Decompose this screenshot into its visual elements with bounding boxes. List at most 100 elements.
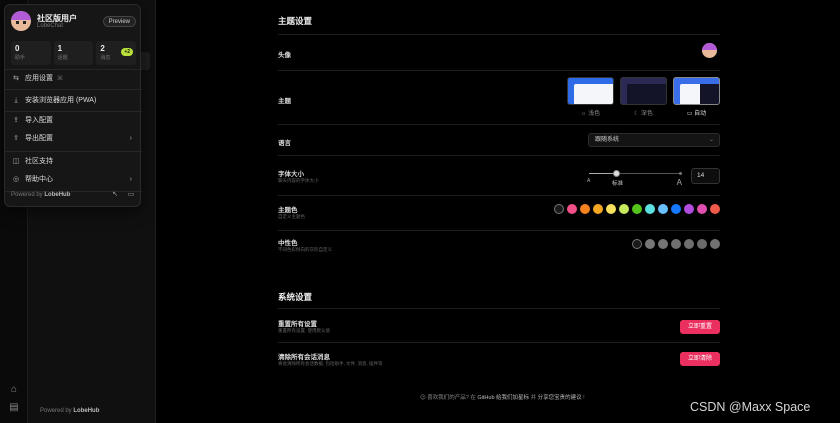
setting-row-reset: 重置所有设置 重置所有设置, 使用默认值 立即重置 bbox=[278, 308, 720, 342]
theme-preview-light bbox=[567, 77, 614, 105]
share-feedback-link[interactable]: 分享您宝贵的建议 bbox=[538, 395, 582, 401]
menu-footer: Powered by LobeHub ↖ ▭ bbox=[11, 190, 136, 200]
reset-label: 重置所有设置 bbox=[278, 321, 317, 328]
menu-item-help-center[interactable]: ◎ 帮助中心 › bbox=[11, 173, 136, 187]
primary-color-label: 主题色 bbox=[278, 207, 298, 214]
reset-desc: 重置所有设置, 使用默认值 bbox=[278, 328, 330, 333]
stat-topics: 1 话题 bbox=[53, 41, 94, 65]
neutral-color-swatch[interactable] bbox=[658, 239, 668, 249]
sliders-icon: ⇆ bbox=[13, 75, 19, 82]
setting-row-language: 语言 跟随系统 ⌄ bbox=[278, 124, 720, 155]
primary-color-swatch[interactable] bbox=[619, 204, 629, 214]
menu-item-app-settings[interactable]: ⇆ 应用设置 ⌘ bbox=[11, 72, 136, 86]
settings-main: 主题设置 头像 主题 ☼ 浅色 ☾ 深色 ▭ 自动 语言 跟随系统 ⌄ 字体大小… bbox=[157, 0, 840, 423]
menu-divider bbox=[5, 89, 142, 90]
document-icon[interactable]: ▤ bbox=[8, 402, 20, 414]
feedback-footer: 😉 喜欢我们的产品? 在 GitHub 给我们加星标 并 分享您宝贵的建议 ! bbox=[420, 395, 585, 401]
menu-item-export-config[interactable]: ⇪ 导出配置 › bbox=[11, 132, 136, 146]
clear-label: 清除所有会话消息 bbox=[278, 354, 330, 361]
primary-color-swatch[interactable] bbox=[684, 204, 694, 214]
github-icon[interactable]: ↖ bbox=[110, 190, 120, 200]
export-icon: ⇪ bbox=[13, 135, 19, 142]
primary-color-swatch[interactable] bbox=[554, 204, 564, 214]
github-star-link[interactable]: GitHub 给我们加星标 bbox=[477, 395, 529, 401]
language-label: 语言 bbox=[278, 140, 291, 147]
user-menu-popover: 社区版用户 LobeChat Preview 0 助手 1 话题 2 消息 +2… bbox=[4, 4, 142, 207]
setting-row-neutral-color: 中性色 不同色彩倾向的灰阶自定义 bbox=[278, 230, 720, 266]
shortcut-hint: ⌘ bbox=[57, 76, 63, 82]
clear-now-button[interactable]: 立即清除 bbox=[680, 352, 720, 366]
neutral-color-swatch[interactable] bbox=[671, 239, 681, 249]
primary-color-swatch[interactable] bbox=[697, 204, 707, 214]
side-powered-by: Powered by LobeHub bbox=[40, 408, 100, 414]
primary-color-swatch[interactable] bbox=[606, 204, 616, 214]
chevron-down-icon: ⌄ bbox=[708, 137, 714, 143]
avatar[interactable] bbox=[11, 11, 31, 31]
menu-item-install-pwa[interactable]: ⤓ 安装浏览器应用 (PWA) bbox=[11, 94, 136, 108]
primary-color-desc: 自定义主题色 bbox=[278, 214, 305, 219]
primary-color-swatch[interactable] bbox=[671, 204, 681, 214]
github-icon[interactable]: ⌂ bbox=[8, 384, 20, 396]
primary-color-swatch[interactable] bbox=[645, 204, 655, 214]
download-icon: ⤓ bbox=[14, 97, 18, 104]
theme-option-light[interactable]: ☼ 浅色 bbox=[567, 77, 614, 117]
neutral-color-swatch[interactable] bbox=[710, 239, 720, 249]
avatar-picker[interactable] bbox=[702, 43, 717, 58]
preview-badge: Preview bbox=[102, 16, 136, 27]
language-select[interactable]: 跟随系统 ⌄ bbox=[588, 133, 720, 147]
import-icon: ⇪ bbox=[13, 117, 19, 124]
reset-now-button[interactable]: 立即重置 bbox=[680, 320, 720, 334]
neutral-color-swatch[interactable] bbox=[697, 239, 707, 249]
neutral-color-swatch[interactable] bbox=[632, 239, 642, 249]
font-size-slider[interactable]: A 标准 A bbox=[587, 169, 682, 189]
primary-color-swatch[interactable] bbox=[580, 204, 590, 214]
clear-desc: 将会清除所有会话数据, 包括助手, 文件, 消息, 插件等 bbox=[278, 361, 383, 366]
theme-section-title: 主题设置 bbox=[278, 16, 313, 26]
theme-option-auto[interactable]: ▭ 自动 bbox=[673, 77, 720, 117]
setting-row-font-size: 字体大小 聊天内容的字体大小 A 标准 A 14 bbox=[278, 155, 720, 195]
avatar-label: 头像 bbox=[278, 52, 291, 59]
watermark: CSDN @Maxx Space bbox=[690, 400, 811, 414]
setting-row-avatar: 头像 bbox=[278, 34, 720, 70]
theme-preview-auto bbox=[673, 77, 720, 105]
setting-row-primary-color: 主题色 自定义主题色 bbox=[278, 195, 720, 230]
user-stats: 0 助手 1 话题 2 消息 +2 bbox=[11, 41, 137, 65]
theme-label: 主题 bbox=[278, 98, 291, 105]
primary-color-swatch[interactable] bbox=[658, 204, 668, 214]
app-window: ⌂ ▤ Powered by LobeHub 社区版用户 LobeChat Pr… bbox=[0, 0, 840, 423]
primary-color-swatch[interactable] bbox=[567, 204, 577, 214]
menu-item-import-config[interactable]: ⇪ 导入配置 bbox=[11, 114, 136, 128]
menu-item-community-support[interactable]: ◫ 社区支持 bbox=[11, 155, 136, 169]
messages-count-badge: +2 bbox=[121, 48, 134, 56]
primary-color-swatch[interactable] bbox=[632, 204, 642, 214]
chevron-right-icon: › bbox=[129, 135, 132, 142]
primary-color-swatches bbox=[554, 204, 720, 214]
font-size-label: 字体大小 bbox=[278, 171, 304, 178]
setting-row-clear: 清除所有会话消息 将会清除所有会话数据, 包括助手, 文件, 消息, 插件等 立… bbox=[278, 342, 720, 376]
monitor-icon[interactable]: ▭ bbox=[126, 190, 136, 200]
menu-divider bbox=[5, 69, 142, 70]
neutral-color-label: 中性色 bbox=[278, 240, 298, 247]
neutral-color-swatch[interactable] bbox=[684, 239, 694, 249]
stat-assistants: 0 助手 bbox=[11, 41, 51, 65]
primary-color-swatch[interactable] bbox=[710, 204, 720, 214]
slider-handle[interactable] bbox=[613, 170, 620, 177]
menu-divider bbox=[5, 151, 142, 152]
theme-preview-dark bbox=[620, 77, 667, 105]
system-section-title: 系统设置 bbox=[278, 292, 313, 302]
setting-row-theme: 主题 ☼ 浅色 ☾ 深色 ▭ 自动 bbox=[278, 70, 720, 124]
neutral-color-swatches bbox=[632, 239, 720, 249]
user-profile: 社区版用户 LobeChat Preview bbox=[11, 11, 136, 37]
font-size-input[interactable]: 14 bbox=[691, 168, 720, 184]
help-icon: ◎ bbox=[12, 176, 20, 183]
menu-divider bbox=[5, 111, 142, 112]
neutral-color-swatch[interactable] bbox=[645, 239, 655, 249]
user-subtitle: LobeChat bbox=[37, 23, 64, 29]
primary-color-swatch[interactable] bbox=[593, 204, 603, 214]
theme-options: ☼ 浅色 ☾ 深色 ▭ 自动 bbox=[567, 77, 720, 117]
neutral-color-desc: 不同色彩倾向的灰阶自定义 bbox=[278, 247, 332, 252]
theme-option-dark[interactable]: ☾ 深色 bbox=[620, 77, 667, 117]
font-size-desc: 聊天内容的字体大小 bbox=[278, 178, 319, 183]
discord-icon: ◫ bbox=[12, 158, 20, 165]
stat-messages: 2 消息 +2 bbox=[96, 41, 137, 65]
